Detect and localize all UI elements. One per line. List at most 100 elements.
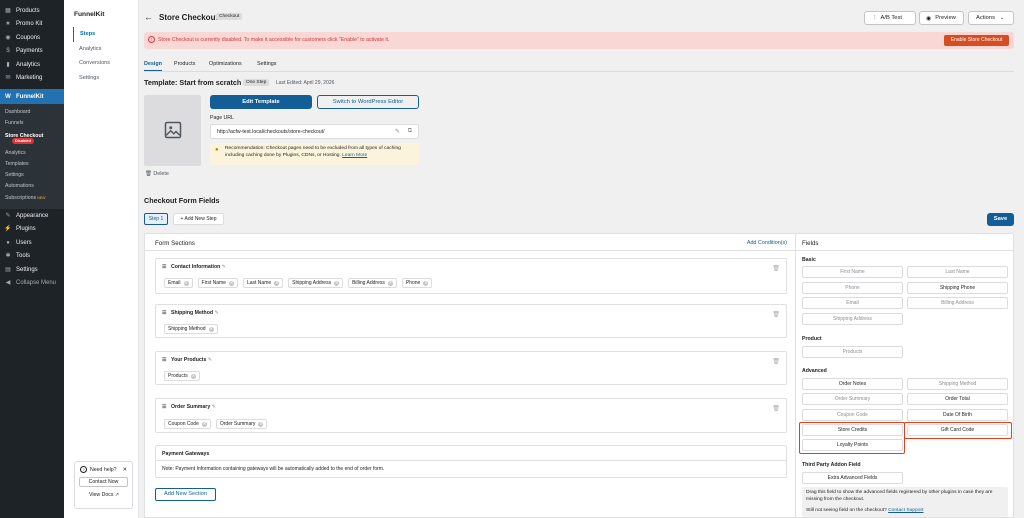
- field-order-summary[interactable]: Order Summary: [802, 393, 903, 405]
- enable-store-checkout-button[interactable]: Enable Store Checkout: [944, 35, 1009, 46]
- checkout-form-fields-title: Checkout Form Fields: [144, 196, 220, 205]
- field-chip[interactable]: Email ✕: [164, 278, 193, 288]
- edit-icon[interactable]: ✎: [212, 404, 216, 410]
- field-billing-address[interactable]: Billing Address: [907, 297, 1008, 309]
- remove-icon[interactable]: ✕: [228, 280, 234, 286]
- save-button[interactable]: Save: [987, 213, 1014, 226]
- tab-design[interactable]: Design: [144, 61, 162, 71]
- submenu-funnels[interactable]: Funnels: [0, 118, 64, 129]
- field-first-name[interactable]: First Name: [802, 266, 903, 278]
- submenu-store-checkout[interactable]: Store Checkout Disabled: [0, 130, 64, 148]
- menu-payments[interactable]: $ Payments: [0, 45, 64, 59]
- back-arrow-icon[interactable]: ←: [144, 12, 153, 22]
- menu-users[interactable]: ● Users: [0, 236, 64, 250]
- remove-icon[interactable]: ✕: [258, 421, 264, 427]
- tab-optimizations[interactable]: Optimizations: [209, 61, 242, 67]
- field-shipping-method[interactable]: Shipping Method: [907, 378, 1008, 390]
- add-new-step-button[interactable]: + Add New Step: [173, 213, 224, 225]
- field-coupon-code[interactable]: Coupon Code: [802, 409, 903, 421]
- field-chip[interactable]: Billing Address ✕: [348, 278, 397, 288]
- remove-icon[interactable]: ✕: [274, 280, 280, 286]
- nav-analytics[interactable]: Analytics: [73, 42, 138, 57]
- menu-products[interactable]: ▦ Products: [0, 4, 64, 18]
- remove-icon[interactable]: ✕: [183, 280, 189, 286]
- remove-icon[interactable]: ✕: [334, 280, 340, 286]
- drag-handle-icon[interactable]: ☰: [162, 404, 167, 410]
- close-icon[interactable]: ✕: [122, 467, 127, 473]
- submenu-subscriptions[interactable]: SubscriptionsNEW: [0, 193, 64, 204]
- remove-icon[interactable]: ✕: [190, 373, 196, 379]
- add-conditions-link[interactable]: Add Condition(s): [747, 240, 787, 246]
- nav-conversions[interactable]: Conversions: [73, 56, 138, 71]
- remove-icon[interactable]: ✕: [201, 421, 207, 427]
- nav-settings[interactable]: Settings: [73, 71, 138, 86]
- menu-promo-kit[interactable]: ★ Promo Kit: [0, 18, 64, 32]
- menu-appearance[interactable]: ✎ Appearance: [0, 209, 64, 223]
- field-chip[interactable]: First Name ✕: [197, 278, 238, 288]
- menu-collapse[interactable]: ◀ Collapse Menu: [0, 277, 64, 291]
- preview-button[interactable]: ◉ Preview: [919, 11, 964, 25]
- view-docs-link[interactable]: View Docs ↗: [75, 487, 132, 498]
- submenu-settings[interactable]: Settings: [0, 170, 64, 181]
- menu-settings[interactable]: ▤ Settings: [0, 263, 64, 277]
- field-date-of-birth[interactable]: Date Of Birth: [907, 409, 1008, 421]
- switch-wp-editor-button[interactable]: Switch to WordPress Editor: [317, 95, 419, 109]
- edit-icon[interactable]: ✎: [208, 357, 212, 363]
- drag-handle-icon[interactable]: ☰: [162, 264, 167, 270]
- learn-more-link[interactable]: Learn More: [342, 153, 367, 158]
- menu-plugins[interactable]: ⚡ Plugins: [0, 223, 64, 237]
- trash-icon[interactable]: 🗑: [772, 311, 780, 318]
- field-chip[interactable]: Shipping Method ✕: [164, 324, 218, 334]
- contact-support-link[interactable]: Contact Support: [888, 508, 923, 513]
- add-new-section-button[interactable]: Add New Section: [155, 488, 216, 501]
- remove-icon[interactable]: ✕: [208, 326, 214, 332]
- trash-icon[interactable]: 🗑: [772, 405, 780, 412]
- menu-analytics[interactable]: ▮ Analytics: [0, 58, 64, 72]
- field-gift-card-code[interactable]: Gift Card Code: [907, 424, 1008, 436]
- submenu-automations[interactable]: Automations: [0, 181, 64, 192]
- field-chip[interactable]: Last Name ✕: [242, 278, 284, 288]
- contact-now-button[interactable]: Contact Now: [79, 477, 128, 487]
- delete-link[interactable]: 🗑 Delete: [145, 171, 169, 177]
- field-last-name[interactable]: Last Name: [907, 266, 1008, 278]
- copy-url-icon[interactable]: ⧉: [408, 128, 412, 135]
- field-chip[interactable]: Shipping Address ✕: [288, 278, 344, 288]
- field-shipping-phone[interactable]: Shipping Phone: [907, 282, 1008, 294]
- remove-icon[interactable]: ✕: [387, 280, 393, 286]
- field-phone[interactable]: Phone: [802, 282, 903, 294]
- field-chip[interactable]: Order Summary ✕: [215, 419, 268, 429]
- drag-handle-icon[interactable]: ☰: [162, 357, 167, 363]
- submenu-templates[interactable]: Templates: [0, 159, 64, 170]
- drag-handle-icon[interactable]: ☰: [162, 310, 167, 316]
- edit-template-button[interactable]: Edit Template: [210, 95, 312, 109]
- field-chip[interactable]: Phone ✕: [401, 278, 433, 288]
- tab-products[interactable]: Products: [174, 61, 195, 67]
- field-store-credits[interactable]: Store Credits: [802, 424, 903, 436]
- ab-test-button[interactable]: ⫶ A/B Test: [864, 11, 916, 25]
- field-loyalty-points[interactable]: Loyalty Points: [802, 439, 903, 451]
- edit-url-icon[interactable]: ✎: [395, 128, 400, 135]
- tab-settings[interactable]: Settings: [257, 61, 276, 67]
- nav-steps[interactable]: Steps: [73, 27, 138, 42]
- edit-icon[interactable]: ✎: [215, 310, 219, 316]
- field-shipping-address[interactable]: Shipping Address: [802, 313, 903, 325]
- menu-tools[interactable]: ✱ Tools: [0, 250, 64, 264]
- field-chip[interactable]: Products ✕: [164, 371, 200, 381]
- actions-dropdown[interactable]: Actions ⌄: [968, 11, 1014, 25]
- submenu-dashboard[interactable]: Dashboard: [0, 107, 64, 118]
- trash-icon[interactable]: 🗑: [772, 265, 780, 272]
- field-email[interactable]: Email: [802, 297, 903, 309]
- menu-coupons[interactable]: ◉ Coupons: [0, 31, 64, 45]
- menu-marketing[interactable]: ✉ Marketing: [0, 72, 64, 86]
- submenu-analytics[interactable]: Analytics: [0, 148, 64, 159]
- field-products[interactable]: Products: [802, 346, 903, 358]
- remove-icon[interactable]: ✕: [423, 280, 429, 286]
- trash-icon[interactable]: 🗑: [772, 358, 780, 365]
- field-chip[interactable]: Coupon Code ✕: [164, 419, 211, 429]
- field-extra-advanced[interactable]: Extra Advanced Fields: [802, 472, 903, 484]
- menu-funnelkit[interactable]: W FunnelKit: [0, 89, 64, 104]
- edit-icon[interactable]: ✎: [222, 264, 226, 270]
- step-1-button[interactable]: Step 1: [144, 213, 168, 225]
- field-order-total[interactable]: Order Total: [907, 393, 1008, 405]
- field-order-notes[interactable]: Order Notes: [802, 378, 903, 390]
